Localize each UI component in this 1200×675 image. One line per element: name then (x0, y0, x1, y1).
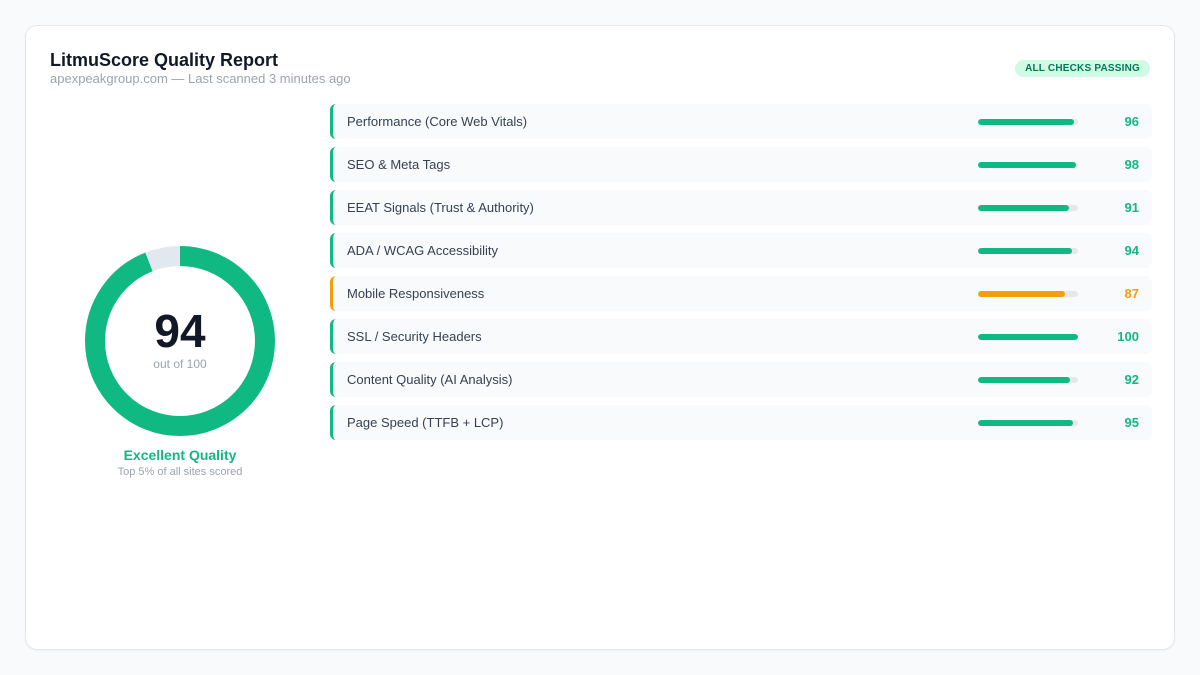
metric-progress-bar (978, 334, 1078, 340)
metric-label: SSL / Security Headers (347, 329, 482, 344)
metric-row: ADA / WCAG Accessibility 94 (330, 233, 1152, 268)
metric-score: 87 (1124, 286, 1139, 301)
metric-progress-bar (978, 119, 1078, 125)
metric-progress-bar (978, 205, 1078, 211)
metric-progress-fill (978, 377, 1070, 383)
metric-row: EEAT Signals (Trust & Authority) 91 (330, 190, 1152, 225)
quality-subtext: Top 5% of all sites scored (117, 466, 243, 478)
metric-progress-fill (978, 334, 1078, 340)
metric-score: 98 (1124, 157, 1139, 172)
metric-progress-bar (978, 162, 1078, 168)
metric-label: Page Speed (TTFB + LCP) (347, 415, 504, 430)
metric-row: SSL / Security Headers 100 (330, 319, 1152, 354)
metric-progress-bar (978, 420, 1078, 426)
metric-row: Mobile Responsiveness 87 (330, 276, 1152, 311)
metric-score: 92 (1124, 372, 1139, 387)
metric-progress-fill (978, 291, 1065, 297)
metric-progress-fill (978, 420, 1073, 426)
metric-score: 100 (1117, 329, 1139, 344)
metric-row: Page Speed (TTFB + LCP) 95 (330, 405, 1152, 440)
metric-progress-bar (978, 291, 1078, 297)
score-out-of: out of 100 (153, 357, 207, 371)
metric-score: 94 (1124, 243, 1139, 258)
metric-score: 95 (1124, 415, 1139, 430)
page-title: LitmuScore Quality Report (50, 50, 279, 70)
metric-label: EEAT Signals (Trust & Authority) (347, 200, 534, 215)
metric-progress-fill (978, 162, 1076, 168)
quality-label: Excellent Quality (123, 447, 237, 463)
metric-label: Content Quality (AI Analysis) (347, 372, 513, 387)
metric-progress-fill (978, 205, 1069, 211)
metric-progress-fill (978, 248, 1072, 254)
metric-score: 91 (1124, 200, 1139, 215)
status-badge: ALL CHECKS PASSING (1015, 60, 1150, 77)
metric-row: Performance (Core Web Vitals) 96 (330, 104, 1152, 139)
metric-label: ADA / WCAG Accessibility (347, 243, 498, 258)
quality-report-card: LitmuScore Quality Report apexpeakgroup.… (25, 25, 1175, 650)
metric-progress-bar (978, 377, 1078, 383)
metric-label: Performance (Core Web Vitals) (347, 114, 528, 129)
score-value: 94 (154, 305, 206, 357)
metrics-list: Performance (Core Web Vitals) 96 SEO & Met… (330, 104, 1152, 448)
metric-progress-fill (978, 119, 1074, 125)
metric-row: SEO & Meta Tags 98 (330, 147, 1152, 182)
metric-label: SEO & Meta Tags (347, 157, 451, 172)
metric-row: Content Quality (AI Analysis) 92 (330, 362, 1152, 397)
page-subtitle: apexpeakgroup.com — Last scanned 3 minut… (50, 71, 351, 86)
metric-score: 96 (1124, 114, 1139, 129)
score-gauge: 94 out of 100 (84, 245, 276, 437)
metric-label: Mobile Responsiveness (347, 286, 485, 301)
metric-progress-bar (978, 248, 1078, 254)
